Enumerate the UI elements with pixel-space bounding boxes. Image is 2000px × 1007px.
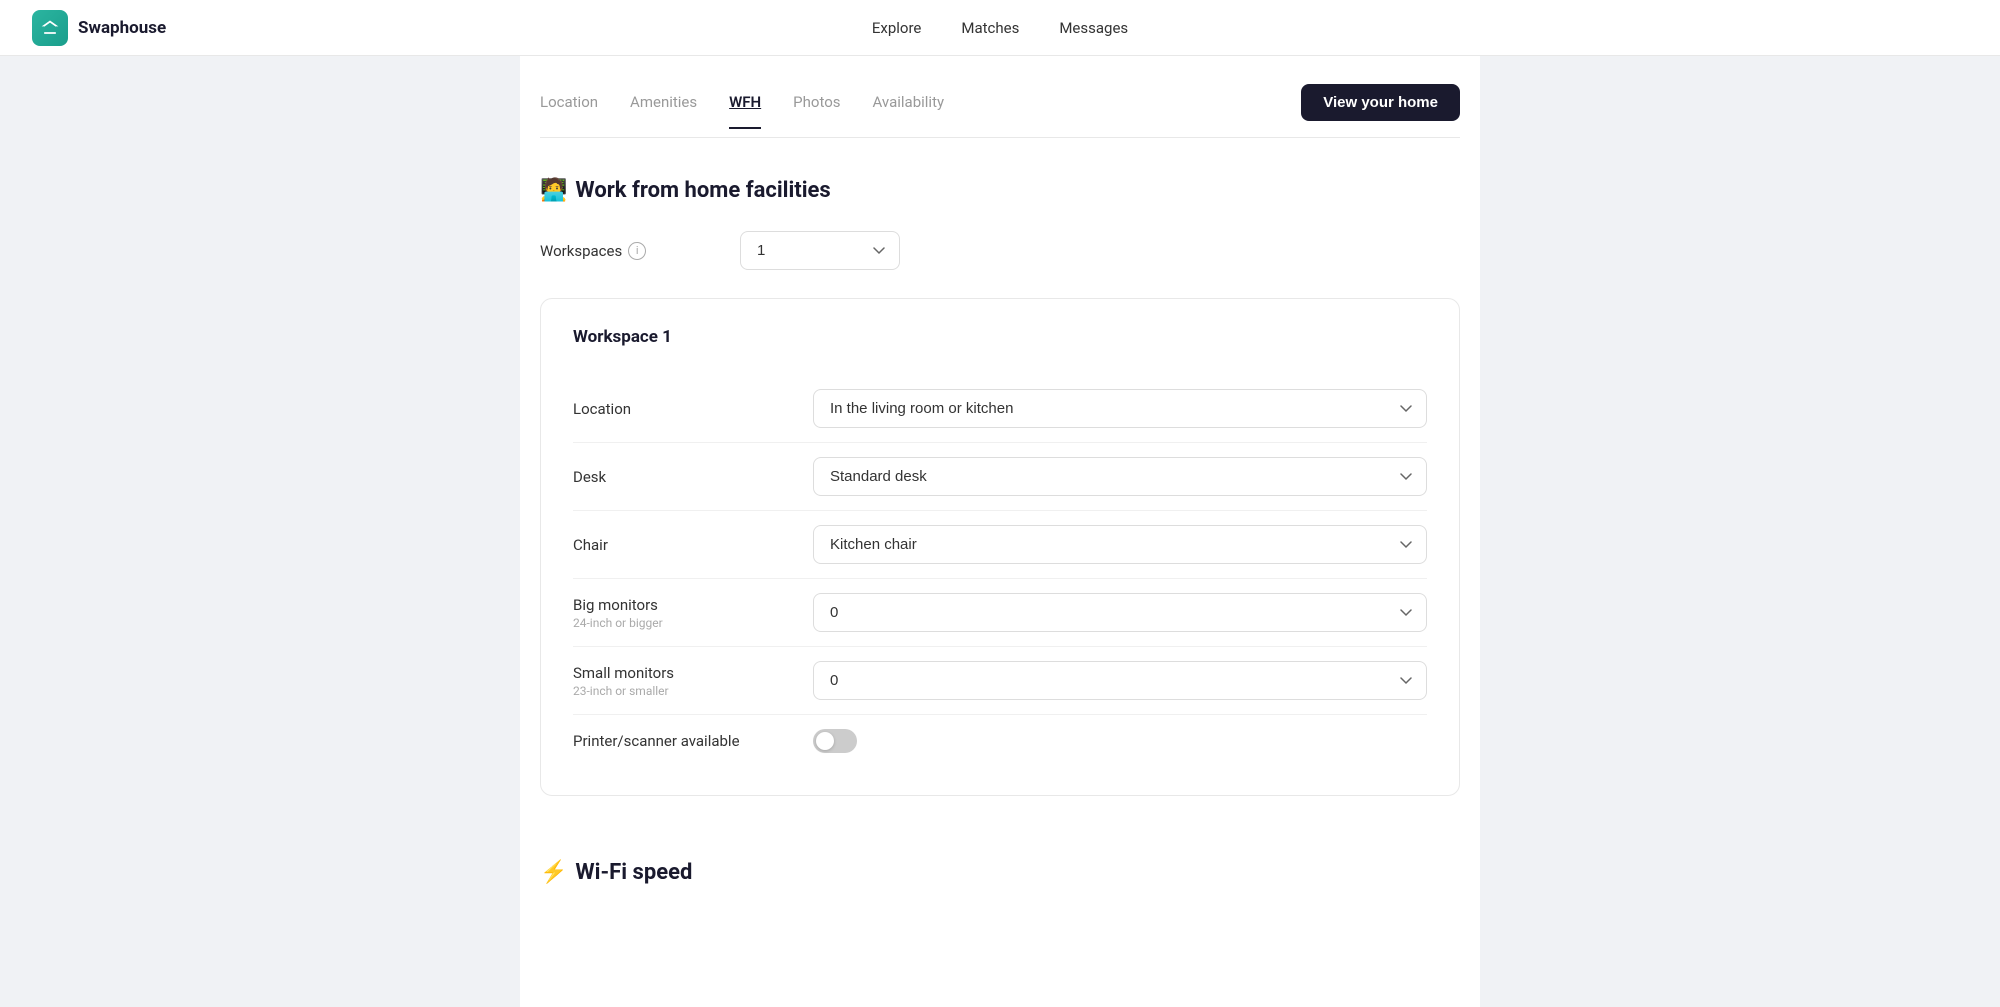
workspace-printer-row: Printer/scanner available (573, 715, 1427, 767)
tabs: Location Amenities WFH Photos Availabili… (540, 93, 944, 129)
workspace-big-monitors-row: Big monitors 24-inch or bigger 0 1 2 3 (573, 579, 1427, 647)
logo-area: Swaphouse (32, 10, 166, 46)
wifi-title: ⚡ Wi-Fi speed (540, 860, 1460, 885)
view-home-button[interactable]: View your home (1301, 84, 1460, 121)
workspace-small-monitors-label: Small monitors 23-inch or smaller (573, 664, 813, 698)
workspace-big-monitors-select[interactable]: 0 1 2 3 (813, 593, 1427, 632)
main-nav: Explore Matches Messages (872, 19, 1128, 37)
printer-toggle[interactable] (813, 729, 857, 753)
tab-availability[interactable]: Availability (873, 93, 945, 129)
workspace-chair-label: Chair (573, 536, 813, 554)
nav-matches[interactable]: Matches (961, 19, 1019, 37)
wfh-title-emoji: 🧑‍💻 (540, 178, 567, 203)
tab-location[interactable]: Location (540, 93, 598, 129)
tab-wfh[interactable]: WFH (729, 93, 761, 129)
workspaces-select[interactable]: 1 2 3 (740, 231, 900, 270)
tab-photos[interactable]: Photos (793, 93, 840, 129)
header: Swaphouse Explore Matches Messages (0, 0, 2000, 56)
workspace-big-monitors-label: Big monitors 24-inch or bigger (573, 596, 813, 630)
nav-explore[interactable]: Explore (872, 19, 922, 37)
workspace-chair-row: Chair Kitchen chair Office chair No chai… (573, 511, 1427, 579)
wifi-title-text: Wi-Fi speed (575, 860, 692, 885)
tab-bar: Location Amenities WFH Photos Availabili… (540, 56, 1460, 138)
workspaces-label: Workspaces i (540, 242, 740, 260)
workspace-small-monitors-row: Small monitors 23-inch or smaller 0 1 2 … (573, 647, 1427, 715)
nav-messages[interactable]: Messages (1059, 19, 1128, 37)
workspace-chair-select[interactable]: Kitchen chair Office chair No chair Othe… (813, 525, 1427, 564)
workspace-card: Workspace 1 Location In the living room … (540, 298, 1460, 796)
workspace-printer-label: Printer/scanner available (573, 732, 813, 750)
workspace-desk-label: Desk (573, 468, 813, 486)
wifi-section: ⚡ Wi-Fi speed (540, 828, 1460, 885)
workspace-card-title: Workspace 1 (573, 327, 1427, 347)
workspace-small-monitors-select[interactable]: 0 1 2 3 (813, 661, 1427, 700)
toggle-thumb (816, 732, 834, 750)
workspace-desk-row: Desk Standard desk Standing desk No desk… (573, 443, 1427, 511)
tab-amenities[interactable]: Amenities (630, 93, 697, 129)
workspace-desk-select[interactable]: Standard desk Standing desk No desk Othe… (813, 457, 1427, 496)
logo-text: Swaphouse (78, 18, 166, 38)
workspaces-field-row: Workspaces i 1 2 3 (540, 231, 1460, 270)
workspace-location-select[interactable]: In the living room or kitchen In a dedic… (813, 389, 1427, 428)
logo-icon (32, 10, 68, 46)
wfh-section-title: 🧑‍💻 Work from home facilities (540, 178, 1460, 203)
page-container: Location Amenities WFH Photos Availabili… (520, 56, 1480, 1007)
wifi-title-emoji: ⚡ (540, 860, 567, 885)
workspaces-info-icon[interactable]: i (628, 242, 646, 260)
workspace-location-label: Location (573, 400, 813, 418)
workspace-location-row: Location In the living room or kitchen I… (573, 375, 1427, 443)
wfh-title-text: Work from home facilities (575, 178, 830, 203)
